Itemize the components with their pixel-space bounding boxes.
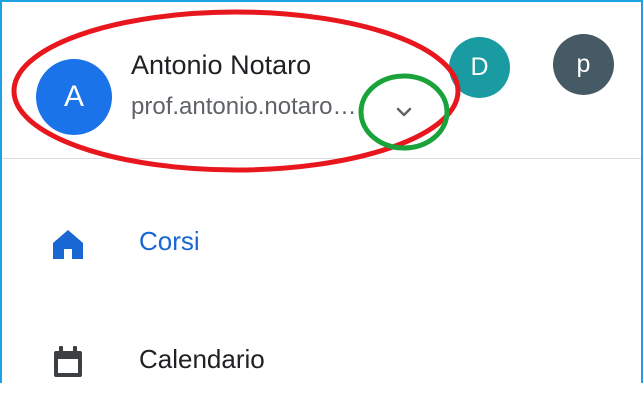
account-email: prof.antonio.notaro@... [131,93,363,120]
chevron-down-icon [396,107,412,117]
other-account-letter: D [470,53,489,81]
nav-item-calendario[interactable]: Calendario [2,324,641,394]
account-name: Antonio Notaro [131,50,312,80]
header-divider [2,158,641,159]
nav-item-label: Corsi [139,226,200,256]
home-icon [53,230,83,259]
nav-item-label: Calendario [139,344,265,374]
other-account-letter: p [576,50,591,78]
account-switcher-button[interactable] [386,94,422,130]
account-avatar-letter: A [63,80,84,113]
other-account-avatar-p[interactable]: p [553,34,614,95]
calendar-icon [54,346,82,377]
nav-item-corsi[interactable]: Corsi [2,206,641,276]
account-avatar[interactable]: A [36,59,112,135]
other-account-avatar-d[interactable]: D [449,37,510,98]
